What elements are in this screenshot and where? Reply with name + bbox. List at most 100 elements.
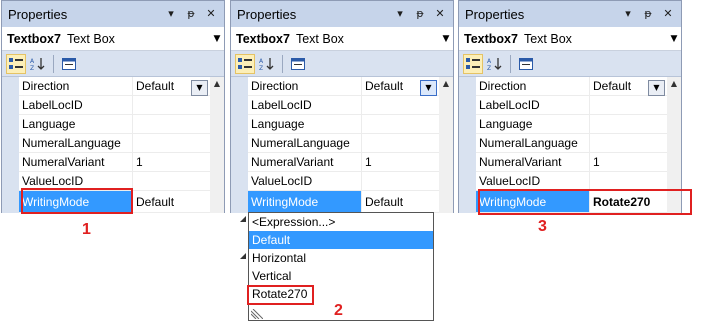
property-value[interactable] — [590, 115, 667, 134]
tree-expander-icon — [240, 216, 246, 222]
chevron-down-icon[interactable]: ▼ — [648, 80, 665, 96]
pin-icon[interactable]: ᵽ — [413, 7, 427, 21]
grid-gutter — [2, 191, 19, 213]
property-row[interactable]: NumeralVariant 1 — [2, 153, 224, 172]
chevron-down-icon[interactable]: ▼ — [420, 80, 437, 96]
alphabetical-icon[interactable]: AZ — [485, 54, 505, 74]
resize-grip-icon[interactable] — [251, 309, 263, 319]
object-selector[interactable]: Textbox7 Text Box ▼ — [231, 27, 453, 51]
scrollbar[interactable] — [667, 134, 681, 153]
dropdown-option[interactable]: <Expression...> — [249, 213, 433, 231]
scrollbar[interactable] — [439, 115, 453, 134]
scrollbar[interactable] — [439, 191, 453, 213]
close-icon[interactable]: ✕ — [204, 7, 218, 21]
panel-titlebar: Properties ▾ ᵽ ✕ — [2, 1, 224, 27]
property-value[interactable]: Default — [362, 191, 439, 213]
property-value[interactable] — [362, 172, 439, 191]
chevron-down-icon[interactable]: ▼ — [191, 80, 208, 96]
svg-text:Z: Z — [487, 65, 491, 71]
grid-gutter — [2, 153, 19, 172]
property-value[interactable] — [590, 96, 667, 115]
chevron-down-icon[interactable]: ▼ — [667, 34, 681, 44]
scrollbar[interactable]: ▲ — [439, 77, 453, 96]
property-value[interactable] — [133, 96, 210, 115]
chevron-down-icon[interactable]: ▼ — [210, 34, 224, 44]
property-pages-icon[interactable] — [288, 54, 308, 74]
property-row-writingmode[interactable]: WritingMode Default ▼ — [231, 80, 453, 213]
property-row[interactable]: Language — [231, 115, 453, 134]
property-row[interactable]: ValueLocID — [231, 172, 453, 191]
scrollbar[interactable] — [439, 96, 453, 115]
dropdown-option[interactable]: Horizontal — [249, 249, 433, 267]
pin-icon[interactable]: ᵽ — [184, 7, 198, 21]
scrollbar[interactable]: ▲ — [667, 77, 681, 96]
property-value[interactable]: Default — [133, 191, 210, 213]
scrollbar[interactable] — [210, 191, 224, 213]
scrollbar[interactable] — [210, 134, 224, 153]
property-row[interactable]: NumeralVariant 1 — [459, 153, 681, 172]
object-selector[interactable]: Textbox7 Text Box ▼ — [459, 27, 681, 51]
property-value[interactable] — [133, 134, 210, 153]
grid-gutter — [459, 191, 476, 213]
scrollbar[interactable] — [667, 153, 681, 172]
property-value[interactable] — [362, 115, 439, 134]
property-value[interactable] — [362, 134, 439, 153]
grid-gutter — [459, 77, 476, 96]
scrollbar[interactable]: ▲ — [210, 77, 224, 96]
property-name: NumeralLanguage — [476, 134, 590, 153]
property-name: Language — [19, 115, 133, 134]
scrollbar[interactable] — [667, 96, 681, 115]
grid-gutter — [231, 153, 248, 172]
dropdown-option[interactable]: Vertical — [249, 267, 433, 285]
categorized-icon[interactable] — [6, 53, 26, 74]
scroll-up-icon[interactable]: ▲ — [667, 77, 681, 91]
scrollbar[interactable] — [667, 115, 681, 134]
property-row[interactable]: Language — [2, 115, 224, 134]
chevron-down-icon[interactable]: ▼ — [439, 34, 453, 44]
chevron-down-icon[interactable]: ▾ — [164, 7, 178, 21]
scrollbar[interactable] — [210, 172, 224, 191]
panel-title: Properties — [465, 6, 525, 22]
alphabetical-icon[interactable]: AZ — [257, 54, 277, 74]
scrollbar[interactable] — [439, 134, 453, 153]
property-value[interactable]: 1 — [362, 153, 439, 172]
step-callout: 2 — [334, 302, 343, 319]
property-row[interactable]: NumeralVariant 1 — [231, 153, 453, 172]
grid-gutter — [459, 153, 476, 172]
close-icon[interactable]: ✕ — [433, 7, 447, 21]
property-value[interactable] — [362, 96, 439, 115]
property-row[interactable]: LabelLocID — [231, 96, 453, 115]
property-row[interactable]: LabelLocID — [459, 96, 681, 115]
scroll-up-icon[interactable]: ▲ — [439, 77, 453, 91]
property-value[interactable]: 1 — [133, 153, 210, 172]
scrollbar[interactable] — [439, 153, 453, 172]
scrollbar[interactable] — [210, 115, 224, 134]
close-icon[interactable]: ✕ — [661, 7, 675, 21]
dropdown-option[interactable]: Default — [249, 231, 433, 249]
property-pages-icon[interactable] — [59, 54, 79, 74]
property-row[interactable]: LabelLocID — [2, 96, 224, 115]
step-callout: 3 — [538, 218, 547, 235]
property-row[interactable]: NumeralLanguage — [2, 134, 224, 153]
scrollbar[interactable] — [439, 172, 453, 191]
object-type: Text Box — [295, 31, 344, 46]
scroll-up-icon[interactable]: ▲ — [210, 77, 224, 91]
alphabetical-icon[interactable]: AZ — [28, 54, 48, 74]
property-value[interactable] — [133, 172, 210, 191]
property-value[interactable] — [590, 134, 667, 153]
property-value[interactable] — [133, 115, 210, 134]
categorized-icon[interactable] — [463, 53, 483, 74]
chevron-down-icon[interactable]: ▾ — [621, 7, 635, 21]
property-row[interactable]: NumeralLanguage — [231, 134, 453, 153]
property-value[interactable]: 1 — [590, 153, 667, 172]
chevron-down-icon[interactable]: ▾ — [393, 7, 407, 21]
object-type: Text Box — [66, 31, 115, 46]
pin-icon[interactable]: ᵽ — [641, 7, 655, 21]
scrollbar[interactable] — [210, 153, 224, 172]
object-selector[interactable]: Textbox7 Text Box ▼ — [2, 27, 224, 51]
property-row[interactable]: NumeralLanguage — [459, 134, 681, 153]
scrollbar[interactable] — [210, 96, 224, 115]
property-row[interactable]: Language — [459, 115, 681, 134]
categorized-icon[interactable] — [235, 53, 255, 74]
property-pages-icon[interactable] — [516, 54, 536, 74]
